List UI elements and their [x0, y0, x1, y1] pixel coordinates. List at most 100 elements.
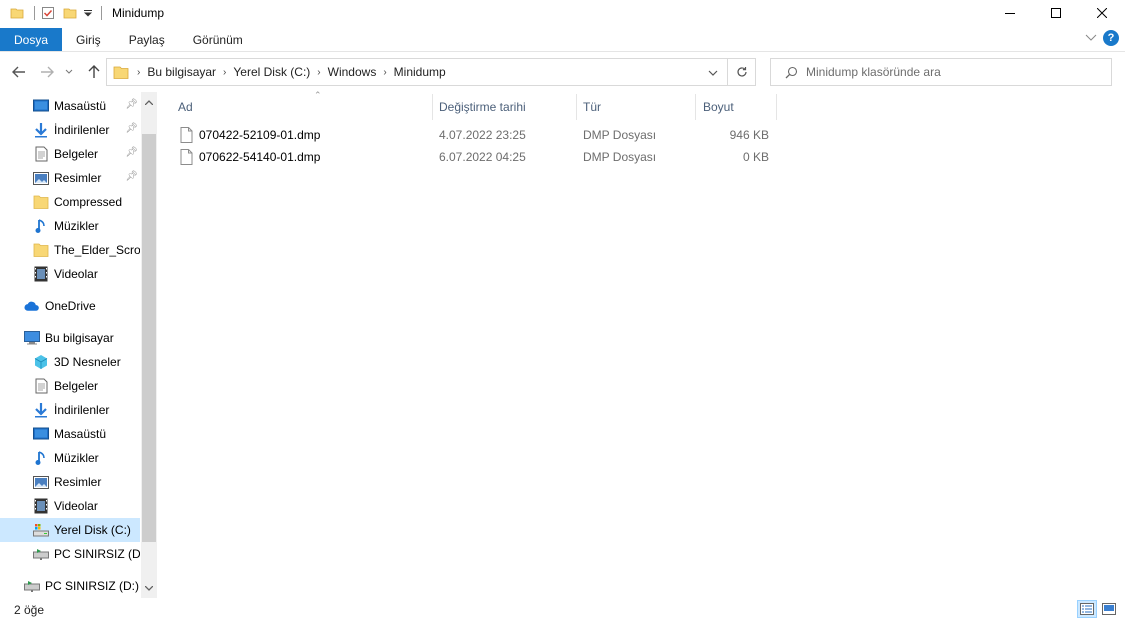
file-type: DMP Dosyası [583, 127, 657, 142]
sidebar-item-music-pc[interactable]: Müzikler [0, 446, 140, 470]
pin-icon[interactable]: 📌︎ [125, 99, 138, 110]
sidebar-item-downloads-pc[interactable]: İndirilenler [0, 398, 140, 422]
sidebar-item-local-disk-c[interactable]: Yerel Disk (C:) [0, 518, 140, 542]
sidebar-item-documents-pc[interactable]: Belgeler [0, 374, 140, 398]
details-view-button[interactable] [1077, 600, 1097, 618]
file-date: 4.07.2022 23:25 [439, 127, 526, 142]
ribbon-tabs: Dosya Giriş Paylaş Görünüm ? [0, 28, 1125, 52]
sidebar-item-this-pc[interactable]: Bu bilgisayar [0, 326, 140, 350]
pin-icon[interactable]: 📌︎ [125, 123, 138, 134]
sidebar-item-label: İndirilenler [54, 403, 110, 417]
breadcrumb-windows[interactable]: Windows [328, 65, 377, 79]
column-divider[interactable] [576, 94, 577, 120]
scroll-down-icon[interactable] [141, 580, 157, 596]
help-button[interactable]: ? [1103, 30, 1119, 46]
breadcrumb-chevron-icon: › [137, 66, 141, 78]
view-switcher [1077, 600, 1119, 618]
download-icon [33, 402, 49, 418]
tab-home[interactable]: Giriş [62, 28, 115, 51]
back-button[interactable] [8, 61, 30, 83]
address-bar[interactable]: › Bu bilgisayar › Yerel Disk (C:) › Wind… [106, 58, 756, 86]
new-folder-icon[interactable] [61, 4, 79, 22]
videos-icon [33, 266, 49, 282]
minimize-button[interactable] [987, 0, 1033, 26]
breadcrumb-chevron-icon[interactable]: › [317, 67, 320, 78]
sidebar-item-pc-sinirsiz-d[interactable]: PC SINIRSIZ (D:) [0, 542, 140, 566]
sidebar-item-music[interactable]: Müzikler [0, 214, 140, 238]
tab-view[interactable]: Görünüm [179, 28, 257, 51]
breadcrumb-minidump[interactable]: Minidump [394, 65, 446, 79]
table-row[interactable]: 070422-52109-01.dmp 4.07.2022 23:25 DMP … [176, 124, 776, 145]
status-bar: 2 öğe [0, 598, 1125, 622]
breadcrumb-chevron-icon[interactable]: › [223, 67, 226, 78]
sidebar-item-pictures-pc[interactable]: Resimler [0, 470, 140, 494]
sidebar-item-label: Yerel Disk (C:) [54, 523, 131, 537]
sidebar-item-pictures[interactable]: Resimler 📌︎ [0, 166, 140, 190]
up-button[interactable] [83, 61, 105, 83]
sidebar-item-downloads[interactable]: İndirilenler 📌︎ [0, 118, 140, 142]
documents-icon [33, 146, 49, 162]
tab-share[interactable]: Paylaş [115, 28, 179, 51]
navigation-bar: › Bu bilgisayar › Yerel Disk (C:) › Wind… [0, 57, 1125, 87]
pin-icon[interactable]: 📌︎ [125, 171, 138, 182]
expand-ribbon-button[interactable] [1085, 31, 1097, 45]
sidebar-item-onedrive[interactable]: OneDrive [0, 294, 140, 318]
column-divider[interactable] [695, 94, 696, 120]
breadcrumb-chevron-icon[interactable]: › [383, 67, 386, 78]
column-divider[interactable] [776, 94, 777, 120]
table-row[interactable]: 070622-54140-01.dmp 6.07.2022 04:25 DMP … [176, 146, 776, 167]
pictures-icon [33, 170, 49, 186]
pin-icon[interactable]: 📌︎ [125, 147, 138, 158]
breadcrumb-this-pc[interactable]: Bu bilgisayar [147, 65, 216, 79]
recent-locations-button[interactable] [62, 61, 76, 83]
close-button[interactable] [1079, 0, 1125, 26]
scroll-up-icon[interactable] [141, 94, 157, 110]
window-controls [987, 0, 1125, 26]
sidebar-item-elder-scrolls[interactable]: The_Elder_Scrolls [0, 238, 140, 262]
column-header-type[interactable]: Tür [583, 94, 695, 120]
sidebar-item-label: Videolar [54, 499, 98, 513]
tab-file[interactable]: Dosya [0, 28, 63, 51]
videos-icon [33, 498, 49, 514]
file-icon [180, 124, 193, 145]
breadcrumb-local-disk[interactable]: Yerel Disk (C:) [233, 65, 310, 79]
sidebar-item-desktop[interactable]: Masaüstü 📌︎ [0, 94, 140, 118]
customize-toolbar-icon[interactable] [83, 4, 93, 22]
arrow-right-icon [41, 66, 54, 78]
item-count: 2 öğe [14, 603, 45, 617]
chevron-down-icon [708, 70, 718, 76]
large-icons-view-icon [1102, 603, 1116, 615]
maximize-button[interactable] [1033, 0, 1079, 26]
desktop-icon [33, 426, 49, 442]
column-header-date[interactable]: Değiştirme tarihi [439, 94, 576, 120]
chevron-down-icon [1085, 34, 1097, 41]
sidebar-scrollbar[interactable] [141, 92, 157, 598]
refresh-button[interactable] [727, 59, 755, 85]
chevron-down-icon [65, 69, 73, 74]
toolbar-separator [101, 6, 102, 20]
sidebar-item-documents[interactable]: Belgeler 📌︎ [0, 142, 140, 166]
address-history-button[interactable] [703, 63, 723, 83]
folder-icon [8, 4, 26, 22]
sidebar-item-videos-pc[interactable]: Videolar [0, 494, 140, 518]
sidebar-item-network-d[interactable]: PC SINIRSIZ (D:) [0, 574, 140, 598]
sidebar-item-3d-objects[interactable]: 3D Nesneler [0, 350, 140, 374]
scroll-thumb[interactable] [142, 134, 156, 542]
column-header-label: Ad [178, 100, 193, 114]
sidebar-item-videos[interactable]: Videolar [0, 262, 140, 286]
sidebar-item-label: Videolar [54, 267, 98, 281]
ribbon-right-controls: ? [1085, 30, 1119, 46]
3d-objects-icon [33, 354, 49, 370]
sidebar-item-compressed[interactable]: Compressed [0, 190, 140, 214]
forward-button[interactable] [36, 61, 58, 83]
column-header-name[interactable]: ⌃ Ad [178, 90, 432, 120]
sidebar-item-label: Bu bilgisayar [45, 331, 114, 345]
search-input[interactable] [806, 65, 1096, 79]
large-icons-view-button[interactable] [1099, 600, 1119, 618]
column-header-size[interactable]: Boyut [703, 94, 776, 120]
properties-icon[interactable] [39, 4, 57, 22]
column-divider[interactable] [432, 94, 433, 120]
search-box[interactable] [770, 58, 1112, 86]
title-bar: Minidump [0, 0, 1125, 26]
sidebar-item-desktop-pc[interactable]: Masaüstü [0, 422, 140, 446]
